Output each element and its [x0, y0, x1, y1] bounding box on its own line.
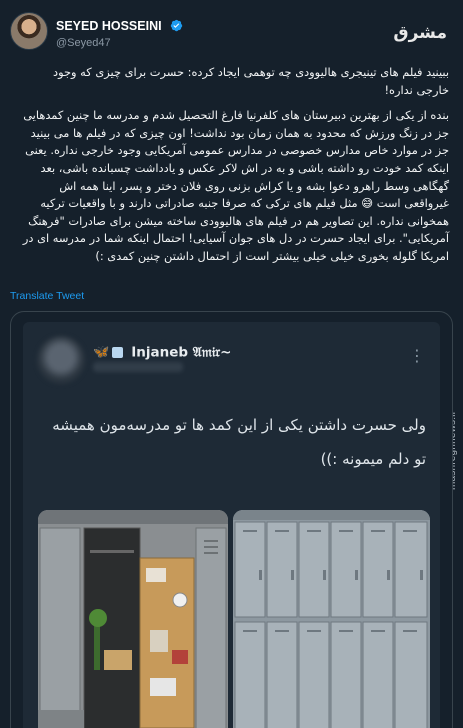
- locker-row-illustration: [233, 510, 430, 728]
- avatar[interactable]: [10, 12, 48, 50]
- translate-tweet-link[interactable]: Translate Tweet: [10, 290, 84, 302]
- locker-open-illustration: [38, 510, 228, 728]
- locker-photo-open: [38, 510, 228, 728]
- author-name[interactable]: SEYED HOSSEINI: [56, 19, 162, 33]
- brand-logo: مشرق: [393, 23, 447, 43]
- more-options-icon: ⋮: [409, 346, 426, 365]
- ice-cube-icon: [112, 347, 124, 358]
- butterfly-icon: 🦋: [93, 345, 110, 360]
- quoted-text: ولی حسرت داشتن یکی از این کمد ها تو مدرس…: [52, 416, 426, 468]
- author-info[interactable]: SEYED HOSSEINI @Seyed47: [56, 15, 183, 49]
- quoted-tweet-screenshot: 🦋 Injaneb 𝔄𝔪𝔦𝔯~ ⋮ ولی حسرت داشتن یکی از …: [23, 322, 440, 728]
- locker-photo-row: [233, 510, 430, 728]
- quoted-avatar: [37, 336, 85, 384]
- quoted-author-name: Injaneb 𝔄𝔪𝔦𝔯~: [131, 344, 232, 361]
- author-handle[interactable]: @Seyed47: [56, 37, 183, 49]
- tweet-body: ببینید فیلم های تینیجری هالیوودی چه توهم…: [21, 64, 449, 274]
- tweet-paragraph: بنده از یکی از بهترین دبیرستان های کلفرن…: [22, 108, 449, 263]
- tweet-header: SEYED HOSSEINI @Seyed47 مشرق: [10, 12, 453, 54]
- quoted-handle-blurred: [93, 362, 183, 372]
- quoted-author: 🦋 Injaneb 𝔄𝔪𝔦𝔯~: [93, 342, 231, 361]
- quoted-tweet-card[interactable]: 🦋 Injaneb 𝔄𝔪𝔦𝔯~ ⋮ ولی حسرت داشتن یکی از …: [10, 311, 453, 728]
- tweet-paragraph: ببینید فیلم های تینیجری هالیوودی چه توهم…: [53, 65, 449, 97]
- verified-badge-icon: [170, 19, 182, 32]
